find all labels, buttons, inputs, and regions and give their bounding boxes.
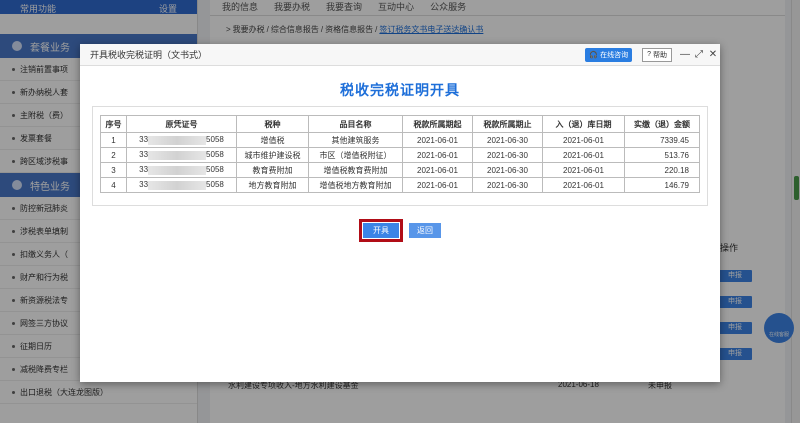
- voucher-prefix: 33: [139, 180, 149, 190]
- voucher-suffix: 5058: [206, 150, 224, 160]
- cell-tax: 教育费附加: [236, 162, 309, 178]
- cell-tax: 增值税: [236, 132, 309, 148]
- cell-item: 其他建筑服务: [308, 132, 403, 148]
- headset-icon: 🎧: [589, 51, 599, 59]
- redacted-block: [148, 165, 207, 175]
- cell-tax: 城市维护建设税: [236, 147, 309, 163]
- cell-end: 2021-06-30: [472, 177, 543, 193]
- voucher-prefix: 33: [139, 150, 149, 160]
- cell-start: 2021-06-01: [402, 177, 473, 193]
- cell-voucher: 33 5058: [126, 162, 237, 178]
- column-header: 实缴（退）金额: [624, 115, 700, 133]
- column-header: 入（退）库日期: [542, 115, 625, 133]
- redacted-block: [148, 150, 207, 160]
- table-row: 3 33 5058 教育费附加 增值税教育费附加 2021-06-01 2021-…: [100, 162, 700, 178]
- cell-date: 2021-06-01: [542, 147, 625, 163]
- table-row: 2 33 5058 城市维护建设税 市区（增值税附征） 2021-06-01 20…: [100, 147, 700, 163]
- table-row: 1 33 5058 增值税 其他建筑服务 2021-06-01 2021-06-3…: [100, 132, 700, 148]
- cell-end: 2021-06-30: [472, 147, 543, 163]
- cell-start: 2021-06-01: [402, 162, 473, 178]
- consult-label: 在线咨询: [600, 51, 629, 59]
- redacted-block: [148, 135, 207, 145]
- certificate-table-panel: 序号 原凭证号 税种 品目名称 税款所属期起 税款所属期止 入（退）库日期 实缴…: [92, 106, 708, 206]
- help-label: 帮助: [653, 51, 667, 59]
- highlight-frame: 开具: [359, 219, 403, 242]
- voucher-prefix: 33: [139, 135, 149, 145]
- voucher-suffix: 5058: [206, 135, 224, 145]
- cell-date: 2021-06-01: [542, 162, 625, 178]
- certificate-table: 序号 原凭证号 税种 品目名称 税款所属期起 税款所属期止 入（退）库日期 实缴…: [100, 115, 700, 193]
- voucher-prefix: 33: [139, 165, 149, 175]
- dialog-header: 开具税收完税证明（文书式） 🎧 在线咨询 ? 帮助 — ⤢ ✕: [80, 44, 720, 66]
- column-header: 税种: [236, 115, 309, 133]
- table-row: 4 33 5058 地方教育附加 增值税地方教育附加 2021-06-01 202…: [100, 177, 700, 193]
- cell-seq: 3: [100, 162, 127, 178]
- cell-item: 市区（增值税附征）: [308, 147, 403, 163]
- cell-voucher: 33 5058: [126, 177, 237, 193]
- cell-voucher: 33 5058: [126, 147, 237, 163]
- cell-voucher: 33 5058: [126, 132, 237, 148]
- online-consult-button[interactable]: 🎧 在线咨询: [585, 47, 633, 62]
- column-header: 税款所属期起: [402, 115, 473, 133]
- dialog-actions: 开具 返回: [80, 219, 720, 242]
- minimize-icon[interactable]: —: [678, 49, 692, 60]
- cell-end: 2021-06-30: [472, 162, 543, 178]
- cell-amount: 220.18: [624, 162, 700, 178]
- cell-date: 2021-06-01: [542, 177, 625, 193]
- maximize-icon[interactable]: ⤢: [692, 49, 706, 60]
- cell-amount: 146.79: [624, 177, 700, 193]
- table-header-row: 序号 原凭证号 税种 品目名称 税款所属期起 税款所属期止 入（退）库日期 实缴…: [100, 115, 700, 133]
- issue-button[interactable]: 开具: [363, 223, 399, 238]
- cell-seq: 2: [100, 147, 127, 163]
- column-header: 税款所属期止: [472, 115, 543, 133]
- close-icon[interactable]: ✕: [706, 49, 720, 60]
- voucher-suffix: 5058: [206, 180, 224, 190]
- help-button[interactable]: ? 帮助: [642, 47, 672, 62]
- cell-item: 增值税教育费附加: [308, 162, 403, 178]
- certificate-heading: 税收完税证明开具: [340, 82, 460, 98]
- tax-certificate-dialog: 开具税收完税证明（文书式） 🎧 在线咨询 ? 帮助 — ⤢ ✕ 税收完税证明开具…: [80, 44, 720, 382]
- cell-end: 2021-06-30: [472, 132, 543, 148]
- cell-amount: 513.76: [624, 147, 700, 163]
- dialog-title: 开具税收完税证明（文书式）: [90, 50, 208, 60]
- redacted-block: [148, 180, 207, 190]
- cell-seq: 4: [100, 177, 127, 193]
- cell-start: 2021-06-01: [402, 132, 473, 148]
- column-header: 品目名称: [308, 115, 403, 133]
- cell-start: 2021-06-01: [402, 147, 473, 163]
- cell-tax: 地方教育附加: [236, 177, 309, 193]
- back-button[interactable]: 返回: [409, 223, 441, 238]
- question-icon: ?: [647, 51, 651, 58]
- cell-date: 2021-06-01: [542, 132, 625, 148]
- column-header: 原凭证号: [126, 115, 237, 133]
- cell-item: 增值税地方教育附加: [308, 177, 403, 193]
- cell-seq: 1: [100, 132, 127, 148]
- cell-amount: 7339.45: [624, 132, 700, 148]
- column-header: 序号: [100, 115, 127, 133]
- voucher-suffix: 5058: [206, 165, 224, 175]
